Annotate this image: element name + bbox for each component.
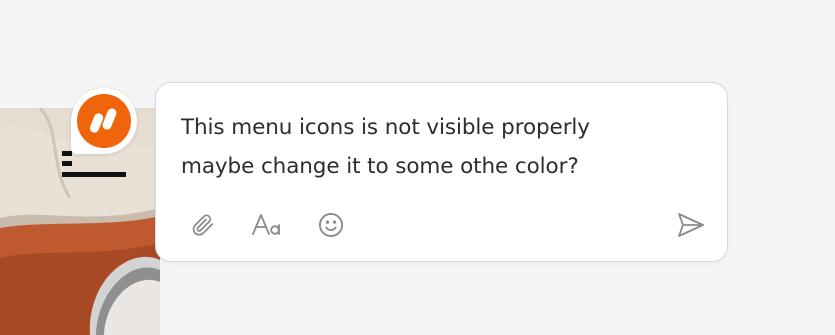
- commenter-avatar: [71, 88, 137, 154]
- text-format-icon: [252, 214, 280, 235]
- comment-input-box[interactable]: This menu icons is not visible properly …: [155, 82, 728, 262]
- comment-toolbar: [156, 207, 727, 243]
- comment-text[interactable]: This menu icons is not visible properly …: [181, 108, 701, 186]
- smiley-icon: [318, 212, 344, 238]
- website-menu-icon: [62, 151, 126, 181]
- attach-button[interactable]: [185, 207, 221, 243]
- paperclip-icon: [192, 214, 214, 236]
- text-format-button[interactable]: [248, 207, 286, 243]
- send-icon: [678, 213, 704, 237]
- send-button[interactable]: [673, 207, 709, 243]
- brand-logo-icon: [77, 94, 131, 148]
- emoji-button[interactable]: [313, 207, 349, 243]
